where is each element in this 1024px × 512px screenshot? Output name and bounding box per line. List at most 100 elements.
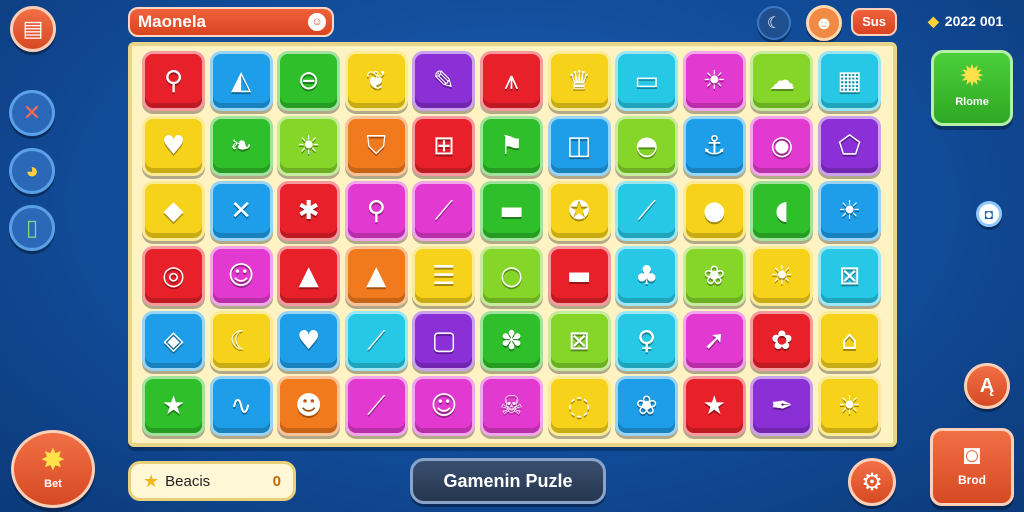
tile[interactable]: ❀ [682, 246, 746, 306]
tile[interactable]: ◈ [142, 311, 205, 371]
tile[interactable]: ☀ [277, 116, 341, 176]
tile[interactable]: ✕ [209, 181, 273, 241]
tile[interactable]: ★ [142, 376, 205, 436]
score-badge: Sus [851, 8, 897, 36]
bet-button[interactable]: ✸ Bet [11, 430, 95, 508]
tile[interactable]: ♣ [615, 246, 679, 306]
tile[interactable]: ☺ [209, 246, 273, 306]
tile[interactable]: ❀ [615, 376, 679, 436]
avatar[interactable]: ☻ [806, 5, 842, 41]
tile[interactable]: ◓ [615, 116, 679, 176]
tile[interactable]: ⊠ [547, 311, 611, 371]
tile[interactable]: ☻ [277, 376, 341, 436]
cross-icon: ✕ [230, 196, 252, 226]
a-icon: Ą [979, 374, 995, 397]
tree-icon: ♣ [635, 261, 659, 291]
tile[interactable]: ☀ [818, 376, 881, 436]
tools-button[interactable]: ✕ [9, 90, 55, 136]
tile[interactable]: ⚲ [344, 181, 408, 241]
tile[interactable]: ☀ [818, 181, 881, 241]
tile[interactable]: ∿ [209, 376, 273, 436]
tile[interactable]: ✽ [480, 311, 543, 371]
tile[interactable]: ☠ [480, 376, 543, 436]
tile[interactable]: ✒ [750, 376, 814, 436]
tile[interactable]: ⊞ [412, 116, 476, 176]
fish-button[interactable]: ◕ [9, 148, 55, 194]
tile[interactable]: ◖ [750, 181, 814, 241]
splat-icon: ✱ [297, 196, 320, 226]
tile[interactable]: ☀ [750, 246, 814, 306]
tile[interactable]: ⚑ [480, 116, 543, 176]
tile[interactable]: ✿ [750, 311, 814, 371]
sun-icon: ☀ [837, 391, 862, 421]
cream-icon: ▲ [298, 261, 319, 291]
tile[interactable]: ▬ [547, 246, 611, 306]
tile[interactable]: ◉ [750, 116, 814, 176]
moon-icon[interactable]: ☾ [757, 6, 791, 40]
tile[interactable]: ✎ [412, 51, 476, 111]
info-button[interactable]: ◘ [976, 201, 1002, 227]
tile[interactable]: ☾ [209, 311, 273, 371]
home-button[interactable]: ✹ Rlome [931, 50, 1013, 126]
beach-label: Beacis [165, 472, 211, 490]
tile[interactable]: ⟋ [615, 181, 679, 241]
cupcake-icon: ◓ [635, 131, 659, 161]
diamond-icon: ◈ [163, 326, 184, 356]
tile[interactable]: ♀ [615, 311, 679, 371]
book-button[interactable]: ▯ [9, 205, 55, 251]
tile[interactable]: ⟋ [412, 181, 476, 241]
tile[interactable]: ✪ [547, 181, 611, 241]
tile[interactable]: ☀ [682, 51, 746, 111]
tile[interactable]: ☰ [412, 246, 476, 306]
tile[interactable]: ★ [682, 376, 746, 436]
tile[interactable]: ⌂ [818, 311, 881, 371]
settings-button[interactable]: ⚙ [848, 458, 896, 506]
tile[interactable]: ❦ [344, 51, 408, 111]
tile[interactable]: ▬ [480, 181, 543, 241]
home-label: Rlome [955, 96, 989, 108]
bread-button[interactable]: ◙ Brod [930, 428, 1014, 506]
tile[interactable]: ♥ [277, 311, 341, 371]
tile[interactable]: ◫ [547, 116, 611, 176]
tile[interactable]: ◎ [142, 246, 205, 306]
tile[interactable]: ➚ [682, 311, 746, 371]
tile[interactable]: ◌ [547, 376, 611, 436]
tile[interactable]: ◭ [209, 51, 273, 111]
tile[interactable]: ○ [480, 246, 543, 306]
magnifier-icon: ⚲ [366, 196, 386, 226]
star-icon: ◆ [928, 13, 939, 29]
tile[interactable]: ⊠ [818, 246, 881, 306]
bet-label: Bet [44, 478, 62, 490]
tile[interactable]: ▦ [818, 51, 881, 111]
tile[interactable]: ⚲ [142, 51, 205, 111]
tile[interactable]: ▲ [277, 246, 341, 306]
cat-icon: ❀ [703, 261, 726, 291]
tile[interactable]: ⬠ [818, 116, 881, 176]
tile[interactable]: ☺ [412, 376, 476, 436]
tile[interactable]: ♛ [547, 51, 611, 111]
tile[interactable]: ☁ [750, 51, 814, 111]
tile[interactable]: ⊖ [277, 51, 341, 111]
tile[interactable]: ✱ [277, 181, 341, 241]
tile[interactable]: ◆ [142, 181, 205, 241]
tile[interactable]: ❧ [209, 116, 273, 176]
tile[interactable]: ⩚ [480, 51, 543, 111]
tile[interactable]: ▢ [412, 311, 476, 371]
tile[interactable]: ▲ [344, 246, 408, 306]
anchor-icon: ⚓ [702, 131, 726, 161]
tile[interactable]: ⟋ [344, 376, 408, 436]
star-icon: ★ [161, 391, 186, 421]
tile[interactable]: ⛉ [344, 116, 408, 176]
card-icon: ▬ [566, 261, 592, 291]
menu-button[interactable]: ▤ [10, 6, 56, 52]
tile[interactable]: ▭ [615, 51, 679, 111]
tile[interactable]: ⚓ [682, 116, 746, 176]
drop-icon: ◆ [163, 196, 184, 226]
tile[interactable]: ♥ [142, 116, 205, 176]
tile[interactable]: ● [682, 181, 746, 241]
title-bar[interactable]: Maonela ☺ [128, 7, 334, 37]
puzzle-button[interactable]: Gamenin Puzle [410, 458, 606, 504]
a-button[interactable]: Ą [964, 363, 1010, 409]
tile[interactable]: ⟋ [344, 311, 408, 371]
map-icon: ▦ [837, 66, 862, 96]
